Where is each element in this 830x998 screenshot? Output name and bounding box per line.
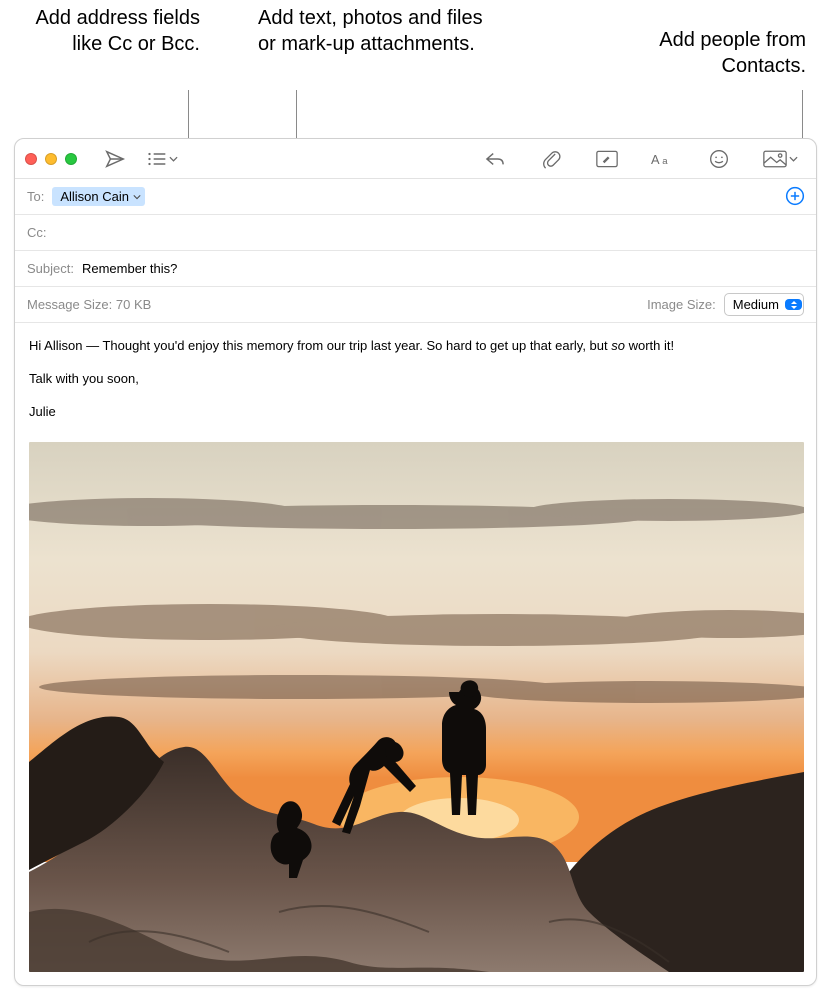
attached-image[interactable] <box>29 442 804 972</box>
to-label: To: <box>27 189 44 204</box>
markup-button[interactable] <box>595 147 619 171</box>
list-bullet-icon <box>147 151 167 167</box>
message-size-value: 70 KB <box>116 297 151 312</box>
recipient-token[interactable]: Allison Cain <box>52 187 145 206</box>
image-size-select[interactable]: Medium <box>724 297 804 312</box>
message-size: Message Size: 70 KB <box>27 297 151 312</box>
chevron-down-icon <box>133 194 141 200</box>
message-body[interactable]: Hi Allison — Thought you'd enjoy this me… <box>15 323 816 442</box>
chevron-down-icon <box>169 156 178 162</box>
plus-circle-icon <box>785 186 805 206</box>
toolbar-group-right: A a <box>483 147 798 171</box>
image-size-label: Image Size: <box>647 297 716 312</box>
recipient-name: Allison Cain <box>60 189 129 204</box>
window-controls <box>25 153 77 165</box>
svg-text:A: A <box>651 151 660 166</box>
paperclip-icon <box>541 148 561 170</box>
cc-field-row[interactable]: Cc: <box>15 215 816 251</box>
minimize-window-button[interactable] <box>45 153 57 165</box>
mail-compose-window: A a <box>14 138 817 986</box>
photo-icon <box>763 150 787 168</box>
callout-add-contacts: Add people from Contacts. <box>596 28 806 79</box>
zoom-window-button[interactable] <box>65 153 77 165</box>
body-signature: Julie <box>29 403 802 422</box>
attach-button[interactable] <box>539 147 563 171</box>
subject-label: Subject: <box>27 261 74 276</box>
to-field-row[interactable]: To: Allison Cain <box>15 179 816 215</box>
svg-text:a: a <box>662 155 668 166</box>
emoji-button[interactable] <box>707 147 731 171</box>
chevron-down-icon <box>789 156 798 162</box>
markup-icon <box>596 150 618 168</box>
format-button[interactable]: A a <box>651 147 675 171</box>
callout-header-fields: Add address fields like Cc or Bcc. <box>20 6 200 57</box>
message-size-label: Message Size: <box>27 297 112 312</box>
stepper-arrows-icon <box>785 299 802 310</box>
body-paragraph: Talk with you soon, <box>29 370 802 389</box>
cc-label: Cc: <box>27 225 47 240</box>
close-window-button[interactable] <box>25 153 37 165</box>
format-text-icon: A a <box>651 150 675 168</box>
send-button[interactable] <box>103 147 127 171</box>
callouts-area: Add address fields like Cc or Bcc. Add t… <box>0 0 830 110</box>
body-paragraph: Hi Allison — Thought you'd enjoy this me… <box>29 337 802 356</box>
header-fields-menu[interactable] <box>147 147 178 171</box>
add-contact-button[interactable] <box>784 185 806 207</box>
window-toolbar: A a <box>15 139 816 179</box>
compose-header-fields: To: Allison Cain Cc: Subject: Remember t… <box>15 179 816 323</box>
reply-arrow-icon <box>484 150 506 168</box>
meta-row: Message Size: 70 KB Image Size: Medium <box>15 287 816 323</box>
reply-button[interactable] <box>483 147 507 171</box>
paper-plane-icon <box>104 148 126 170</box>
subject-field-row[interactable]: Subject: Remember this? <box>15 251 816 287</box>
smiley-icon <box>709 149 729 169</box>
photo-browser-button[interactable] <box>763 147 798 171</box>
sunset-photo-drawing <box>29 442 804 972</box>
callout-attachments: Add text, photos and files or mark-up at… <box>258 6 488 57</box>
toolbar-group-left <box>103 147 178 171</box>
subject-value: Remember this? <box>82 261 177 276</box>
